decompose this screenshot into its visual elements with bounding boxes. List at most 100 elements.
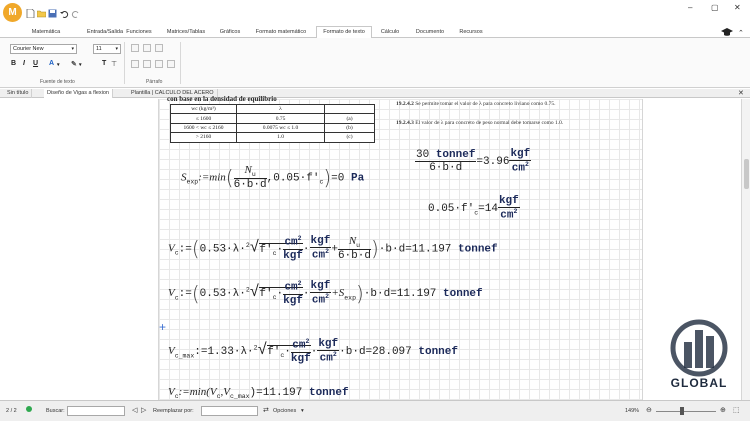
tab-calculo[interactable]: Cálculo	[377, 27, 403, 38]
list-bullets-icon[interactable]	[131, 44, 139, 52]
font-color-icon[interactable]: A	[49, 60, 54, 67]
search-prev-icon[interactable]: ◁	[132, 406, 137, 414]
superscript-icon[interactable]: ⊤	[111, 60, 117, 68]
align-right-icon[interactable]	[155, 60, 163, 68]
fit-page-icon[interactable]: ⬚	[733, 406, 740, 414]
italic-button[interactable]: I	[23, 60, 25, 67]
vc-definition-2[interactable]: Vc:=(0.53·λ·2√f'c· cm2 kgf · kgf cm2 +Sexp)·b·…	[168, 280, 483, 307]
zoom-slider-thumb[interactable]	[680, 407, 684, 415]
unit: tonnef	[443, 288, 483, 301]
zoom-slider[interactable]	[656, 411, 716, 412]
op: :=	[178, 288, 192, 301]
tab-matematica[interactable]: Matemática	[25, 27, 67, 38]
var: V	[168, 287, 175, 300]
fc-result[interactable]: 0.05·f'c=14 kgf cm2	[428, 195, 520, 222]
unit: kgf	[290, 352, 311, 365]
redo-icon[interactable]	[71, 9, 80, 18]
tab-matrices-tablas[interactable]: Matrices/Tablas	[163, 27, 209, 38]
unit-fraction: cm2 kgf	[283, 235, 303, 262]
title-bar: M – ▢ ✕	[0, 0, 750, 24]
chevron-down-icon[interactable]: ▾	[57, 62, 60, 68]
replace-icon[interactable]: ⇄	[263, 406, 269, 414]
sub: c_max	[174, 352, 195, 360]
table-cell: 1600 < wc ≤ 2160	[170, 122, 237, 134]
unit: kgf	[497, 195, 520, 208]
note-text: Se permite tomar el valor de λ para conc…	[415, 101, 556, 107]
zoom-out-icon[interactable]: ⊖	[646, 406, 652, 414]
learning-hat-icon[interactable]	[721, 27, 733, 37]
tab-formato-matematico[interactable]: Formato matemático	[252, 27, 310, 38]
list-numbered-icon[interactable]	[143, 44, 151, 52]
collapse-ribbon-icon[interactable]: ⌃	[738, 29, 744, 37]
coef: 0.53·λ·	[199, 243, 246, 256]
status-ok-icon	[26, 406, 32, 412]
lambda-table: wc (kg/m³) λ ≤ 1600 0.75 (a) 1600 < wc ≤ 21…	[170, 103, 375, 143]
doc-tab-diseno-vigas[interactable]: Diseño de Vigas a flexion	[44, 89, 113, 98]
align-left-icon[interactable]	[131, 60, 139, 68]
result: =11.197	[390, 288, 437, 301]
unit: cm	[284, 281, 298, 294]
vertical-scrollbar[interactable]	[741, 99, 750, 400]
undo-icon[interactable]	[60, 9, 69, 18]
highlight-color-icon[interactable]: ✎	[71, 60, 77, 68]
bold-button[interactable]: B	[11, 60, 16, 67]
tab-documento[interactable]: Documento	[411, 27, 449, 38]
var: N	[244, 164, 252, 176]
watermark-title: GLOBAL	[670, 376, 728, 390]
sqrt-icon: √	[257, 341, 268, 360]
replace-input[interactable]	[201, 406, 258, 416]
options-label[interactable]: Opciones	[273, 408, 296, 414]
underline-button[interactable]: U	[33, 60, 38, 67]
font-name-select[interactable]: Courier New ▾	[10, 44, 77, 54]
vc-min-definition[interactable]: Vc:=min(Vc,Vc_max)=11.197 tonnef	[168, 386, 349, 400]
open-folder-icon[interactable]	[37, 9, 46, 18]
align-center-icon[interactable]	[143, 60, 151, 68]
replace-label: Reemplazar por:	[153, 408, 194, 414]
close-document-icon[interactable]: ✕	[738, 89, 744, 98]
indent-icon[interactable]	[155, 44, 163, 52]
justify-icon[interactable]	[167, 60, 175, 68]
exp: 2	[524, 161, 529, 168]
tab-graficos[interactable]: Gráficos	[215, 27, 245, 38]
status-bar: 2 / 2 Buscar: ◁ ▷ Reemplazar por: ⇄ Opci…	[0, 400, 750, 421]
text-style-button[interactable]: T	[102, 60, 106, 67]
op: ·b·d	[339, 346, 366, 359]
tab-entrada-salida[interactable]: Entrada/Salida	[83, 27, 127, 38]
maximize-icon[interactable]: ▢	[711, 3, 719, 12]
chevron-down-icon[interactable]: ▾	[79, 62, 82, 68]
search-input[interactable]	[67, 406, 125, 416]
paren: )	[370, 236, 379, 261]
search-next-icon[interactable]: ▷	[141, 406, 146, 414]
doc-tab-sin-titulo[interactable]: Sin título	[4, 89, 33, 98]
chevron-down-icon: ▾	[115, 46, 118, 52]
minimize-icon[interactable]: –	[688, 3, 692, 12]
divider	[180, 42, 181, 84]
sub: exp	[344, 294, 356, 302]
sub: u	[251, 171, 256, 179]
unit: kgf	[509, 148, 532, 161]
image-heading: con base en la densidad de equilibrio	[167, 95, 277, 103]
unit: kgf	[283, 249, 303, 262]
close-icon[interactable]: ✕	[734, 3, 741, 12]
chevron-down-icon[interactable]: ▾	[301, 408, 304, 414]
app-logo[interactable]: M	[3, 3, 22, 22]
divider	[124, 42, 125, 84]
result: =3.96	[476, 156, 510, 169]
zoom-in-icon[interactable]: ⊕	[720, 406, 726, 414]
paren: (	[191, 236, 200, 261]
sexp-definition[interactable]: Sexp:=min(Nu 6·b·d ,0.05·f'c)=0 Pa	[181, 164, 364, 191]
op: :=	[178, 243, 192, 256]
vc-definition-1[interactable]: Vc:=(0.53·λ·2√f'c· cm2 kgf · kgf cm2 + Nu 6·b·d)…	[168, 235, 498, 262]
coef: 0.53·λ·	[199, 288, 246, 301]
var: V	[168, 242, 175, 255]
ratio-result[interactable]: 30 tonnef 6·b·d =3.96 kgf cm2	[415, 148, 532, 175]
den: 6·b·d	[337, 250, 371, 263]
scrollbar-thumb[interactable]	[744, 159, 749, 189]
tab-funciones[interactable]: Funciones	[122, 27, 156, 38]
op: ,0.05·f'	[266, 172, 320, 185]
tab-recursos[interactable]: Recursos	[456, 27, 486, 38]
vc-max-definition[interactable]: Vc_max:=1.33·λ·2√f'c· cm2 kgf · kgf cm2 ·b·d=2…	[168, 338, 458, 365]
font-size-select[interactable]: 11 ▾	[93, 44, 121, 54]
save-icon[interactable]	[48, 9, 57, 18]
new-file-icon[interactable]	[26, 9, 35, 18]
